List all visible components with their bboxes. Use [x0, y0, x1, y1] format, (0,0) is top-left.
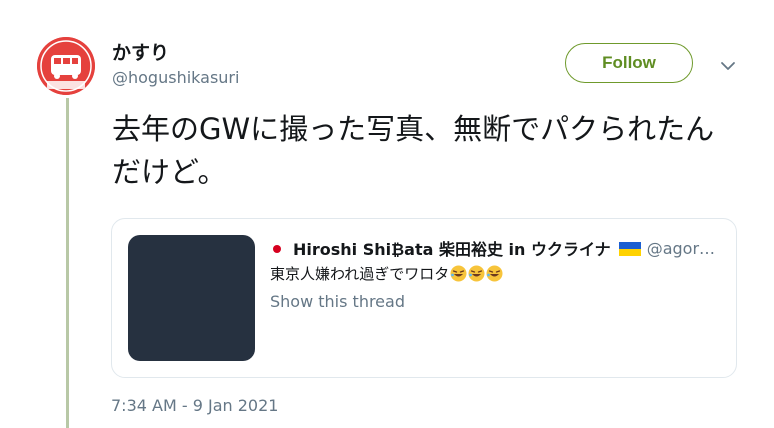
ukraine-flag-icon	[618, 241, 641, 256]
quoted-tweet-text-row: 東京人嫌われ過ぎでワロタ	[270, 263, 503, 284]
author-handle[interactable]: @hogushikasuri	[112, 68, 239, 87]
quoted-tweet-card[interactable]: Hiroshi Shi₿ata 柴田裕史 in ウクライナ @agor… 東京人…	[111, 218, 737, 378]
author-display-name[interactable]: かすり	[112, 38, 169, 65]
show-thread-link[interactable]: Show this thread	[270, 292, 405, 311]
laughing-emoji-icon	[468, 265, 485, 282]
bus-logo-icon	[37, 37, 95, 95]
laughing-emoji-icon	[450, 265, 467, 282]
japan-flag-icon	[270, 241, 284, 256]
follow-button[interactable]: Follow	[565, 43, 693, 83]
tweet-timestamp[interactable]: 7:34 AM - 9 Jan 2021	[111, 396, 278, 415]
tweet-text: 去年のGWに撮った写真、無断でパクられたんだけど。	[112, 112, 715, 189]
quoted-author-handle[interactable]: @agor…	[647, 239, 715, 258]
quoted-author-name[interactable]: Hiroshi Shi₿ata 柴田裕史 in ウクライナ	[293, 236, 611, 260]
quoted-tweet-text: 東京人嫌われ過ぎでワロタ	[270, 265, 450, 283]
laughing-emoji-icon	[486, 265, 503, 282]
thread-line	[66, 98, 69, 428]
quoted-tweet-header: Hiroshi Shi₿ata 柴田裕史 in ウクライナ @agor…	[270, 236, 722, 260]
avatar[interactable]	[37, 37, 95, 95]
quoted-tweet-media[interactable]	[128, 235, 255, 361]
chevron-down-icon[interactable]	[718, 56, 738, 76]
